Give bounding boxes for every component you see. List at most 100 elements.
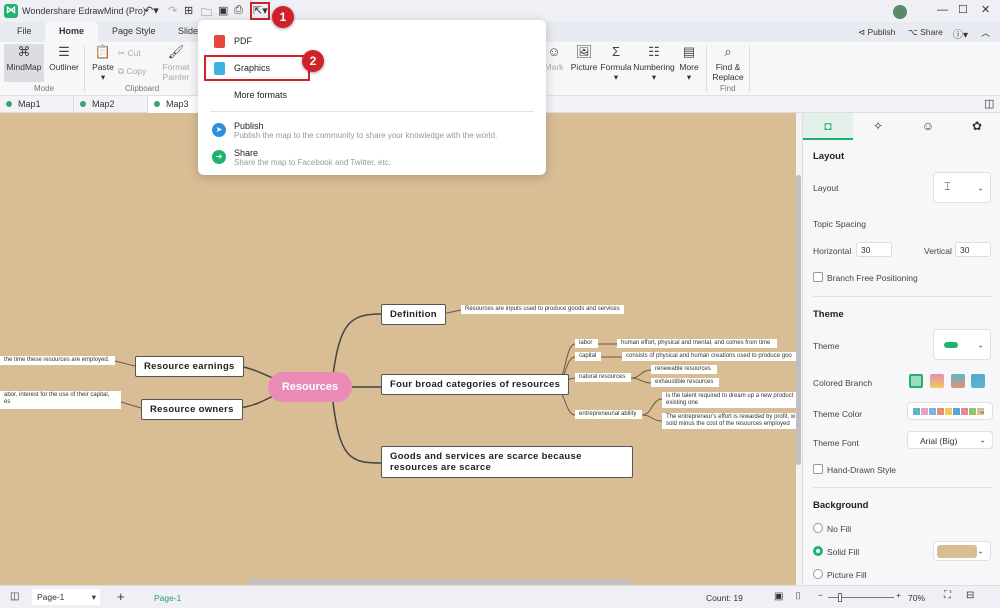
menu-item-pdf[interactable]: PDF xyxy=(234,36,252,46)
topic-resource-earnings[interactable]: Resource earnings xyxy=(135,356,244,377)
zoom-slider-handle[interactable] xyxy=(838,593,842,602)
paste-button[interactable]: 📋 Paste ▾ xyxy=(90,45,116,82)
subtopic-capital[interactable]: capital xyxy=(575,352,601,361)
copy-button[interactable]: ⧉ Copy xyxy=(118,66,146,76)
group-clipboard: Clipboard xyxy=(125,84,160,93)
new-icon[interactable]: ⊞ xyxy=(184,4,193,17)
theme-color-dropdown[interactable]: ⌄ xyxy=(907,402,993,420)
zoom-in-icon[interactable]: + xyxy=(896,590,901,600)
picture-fill-radio[interactable] xyxy=(813,569,823,579)
more-button[interactable]: ▤ More ▾ xyxy=(677,45,701,82)
close-icon[interactable]: ✕ xyxy=(981,3,990,16)
definition-note[interactable]: Resources are inputs used to produce goo… xyxy=(461,305,624,314)
topic-goods-services[interactable]: Goods and services are scarce because re… xyxy=(381,446,633,478)
minimize-icon[interactable]: — xyxy=(937,4,948,16)
theme-dropdown[interactable]: ⌄ xyxy=(933,329,991,360)
cut-button[interactable]: ✂ Cut xyxy=(118,48,141,58)
collapse-ribbon-icon[interactable]: ︿ xyxy=(981,26,990,39)
hand-drawn-checkbox[interactable] xyxy=(813,464,823,474)
mindmap-button[interactable]: ⌘ MindMap xyxy=(4,44,44,82)
menu-item-share[interactable]: Share xyxy=(234,148,258,158)
zoom-slider[interactable] xyxy=(828,593,894,602)
step-badge-2: 2 xyxy=(302,50,324,72)
panel-toggle-icon[interactable]: ◫ xyxy=(984,97,994,110)
presentation-icon[interactable]: ⊟ xyxy=(966,590,974,601)
status-bar: ◫ Page-1 ▾ + Page-1 Count: 19 ▣ ⌷ − + 70%… xyxy=(0,585,1000,608)
layout-dropdown[interactable]: ⌶ ⌄ xyxy=(933,172,991,203)
zoom-level[interactable]: 70% xyxy=(908,593,925,603)
page-select[interactable]: Page-1 ▾ xyxy=(32,589,100,605)
solid-fill-radio[interactable] xyxy=(813,546,823,556)
picture-button[interactable]: 🖼 Picture xyxy=(570,45,598,72)
colored-branch-option-4[interactable] xyxy=(971,374,985,388)
save-icon[interactable]: ▣ xyxy=(218,4,228,17)
panel-tab-ai[interactable]: ✧ xyxy=(853,113,903,140)
vertical-scrollbar[interactable] xyxy=(796,175,801,465)
divider xyxy=(813,487,993,488)
share-button[interactable]: ⌥ Share xyxy=(908,27,943,38)
mark-button[interactable]: ☺ Mark xyxy=(544,45,564,72)
outliner-button[interactable]: ☰ Outliner xyxy=(47,45,81,72)
undo-icon[interactable]: ↶▾ xyxy=(144,4,159,17)
menu-item-publish[interactable]: Publish xyxy=(234,121,264,131)
menu-item-more-formats[interactable]: More formats xyxy=(234,90,287,100)
format-painter-button[interactable]: 🖌 Format Painter xyxy=(160,44,192,82)
fit-page-icon[interactable]: ▣ xyxy=(774,591,783,602)
central-topic[interactable]: Resources xyxy=(268,372,352,402)
doc-tab-map2[interactable]: Map2 xyxy=(74,96,148,113)
help-icon[interactable]: ⓘ▾ xyxy=(953,26,968,41)
publish-button[interactable]: ⊲ Publish xyxy=(858,27,895,38)
vertical-spacing-input[interactable]: 30 xyxy=(955,242,991,257)
owners-note[interactable]: abor, interest for the use of their capi… xyxy=(0,391,121,409)
fill-color-dropdown[interactable]: ⌄ xyxy=(933,541,991,561)
horizontal-spacing-input[interactable]: 30 xyxy=(856,242,892,257)
zoom-out-icon[interactable]: − xyxy=(818,590,823,600)
print-icon[interactable]: ⎙ xyxy=(234,4,243,17)
topic-resource-owners[interactable]: Resource owners xyxy=(141,399,243,420)
topic-definition[interactable]: Definition xyxy=(381,304,446,325)
add-page-icon[interactable]: + xyxy=(117,589,125,604)
page-tab[interactable]: Page-1 xyxy=(154,593,181,603)
copy-label: Copy xyxy=(126,66,147,76)
numbering-button[interactable]: ☷ Numbering ▾ xyxy=(633,45,675,82)
labor-note[interactable]: human effort, physical and mental, and c… xyxy=(617,339,777,348)
branch-free-checkbox[interactable] xyxy=(813,272,823,282)
colored-branch-option-2[interactable] xyxy=(930,374,944,388)
capital-note[interactable]: consists of physical and human creations… xyxy=(622,352,796,361)
maximize-icon[interactable]: ☐ xyxy=(958,3,968,16)
panel-tab-style[interactable]: ◘ xyxy=(803,113,853,140)
entrepreneurial-note-1[interactable]: is the talent required to dream up a new… xyxy=(662,392,796,408)
subtopic-renewable[interactable]: renewable resources xyxy=(651,365,717,374)
subtopic-exhaustible[interactable]: exhaustible resources xyxy=(651,378,719,387)
avatar[interactable] xyxy=(893,5,907,19)
palette-swatch xyxy=(921,408,928,415)
panel-tab-mark[interactable]: ☺ xyxy=(903,113,953,140)
fit-width-icon[interactable]: ⌷ xyxy=(795,591,801,602)
colored-branch-option-1[interactable] xyxy=(909,374,923,388)
topic-four-categories[interactable]: Four broad categories of resources xyxy=(381,374,570,395)
fullscreen-icon[interactable]: ⛶ xyxy=(944,590,951,601)
subtopic-entrepreneurial[interactable]: entrepreneurial ability xyxy=(575,410,642,419)
no-fill-radio[interactable] xyxy=(813,523,823,533)
tab-home[interactable]: Home xyxy=(45,22,99,42)
subtopic-natural-resources[interactable]: natural resources xyxy=(575,373,631,382)
connector-lines xyxy=(114,309,663,464)
colored-branch-option-3[interactable] xyxy=(951,374,965,388)
tab-page-style[interactable]: Page Style xyxy=(112,26,156,36)
formula-button[interactable]: Σ Formula ▾ xyxy=(600,45,632,82)
subtopic-labor[interactable]: labor xyxy=(575,339,598,348)
panel-tab-settings[interactable]: ✿ xyxy=(953,113,1000,140)
tab-file[interactable]: File xyxy=(17,26,32,36)
page-list-icon[interactable]: ◫ xyxy=(10,591,19,602)
earnings-note[interactable]: the time these resources are employed. xyxy=(0,356,115,365)
title-bar: ⋈ Wondershare EdrawMind (Pro) ↶▾ ↷ ⊞ 🗀 ▣… xyxy=(0,0,1000,22)
doc-tab-map1[interactable]: Map1 xyxy=(0,96,74,113)
mindmap-canvas[interactable]: Resources Definition Resources are input… xyxy=(0,113,796,585)
horizontal-scrollbar[interactable] xyxy=(248,579,631,584)
redo-icon[interactable]: ↷ xyxy=(168,4,177,17)
colored-branch-label: Colored Branch xyxy=(813,378,873,388)
theme-font-dropdown[interactable]: Arial (Big) ⌄ xyxy=(907,431,993,449)
find-replace-button[interactable]: ⌕ Find & Replace xyxy=(710,45,746,82)
format-painter-icon: 🖌 xyxy=(167,44,185,59)
entrepreneurial-note-2[interactable]: The entrepreneur's effort is rewarded by… xyxy=(662,413,796,429)
